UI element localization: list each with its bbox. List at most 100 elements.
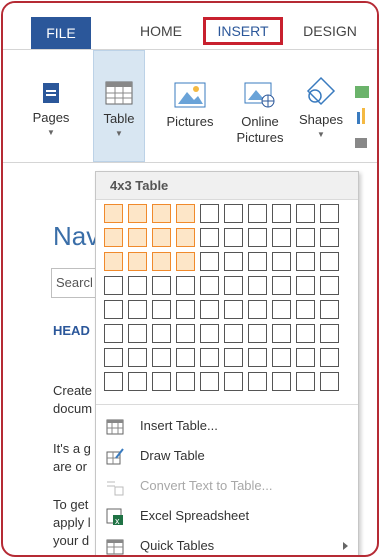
table-grid-cell[interactable]	[224, 252, 243, 271]
table-grid-cell[interactable]	[272, 276, 291, 295]
table-grid-cell[interactable]	[152, 252, 171, 271]
shapes-button[interactable]: Shapes ▼	[293, 50, 349, 162]
table-grid-cell[interactable]	[104, 204, 123, 223]
table-grid-cell[interactable]	[176, 252, 195, 271]
table-grid-cell[interactable]	[128, 228, 147, 247]
table-grid-cell[interactable]	[224, 228, 243, 247]
tab-file[interactable]: FILE	[31, 17, 91, 49]
table-grid-cell[interactable]	[200, 372, 219, 391]
table-grid-cell[interactable]	[152, 324, 171, 343]
table-grid-cell[interactable]	[296, 204, 315, 223]
table-grid-cell[interactable]	[152, 348, 171, 367]
table-grid-cell[interactable]	[320, 300, 339, 319]
table-grid-cell[interactable]	[152, 372, 171, 391]
table-grid-cell[interactable]	[296, 300, 315, 319]
headings-tab[interactable]: HEAD	[53, 323, 90, 338]
table-grid-cell[interactable]	[248, 348, 267, 367]
table-grid-cell[interactable]	[104, 348, 123, 367]
pictures-button[interactable]: Pictures	[155, 50, 225, 162]
table-grid-cell[interactable]	[320, 348, 339, 367]
table-grid-cell[interactable]	[200, 252, 219, 271]
table-grid-cell[interactable]	[272, 204, 291, 223]
table-grid-cell[interactable]	[200, 204, 219, 223]
tab-design[interactable]: DESIGN	[295, 17, 365, 45]
tab-home[interactable]: HOME	[131, 17, 191, 45]
table-grid-cell[interactable]	[272, 372, 291, 391]
table-grid-cell[interactable]	[248, 324, 267, 343]
table-grid-cell[interactable]	[200, 324, 219, 343]
table-grid-cell[interactable]	[200, 348, 219, 367]
insert-table-label: Insert Table...	[140, 418, 218, 433]
table-grid-cell[interactable]	[104, 372, 123, 391]
table-button[interactable]: Table ▼	[93, 50, 145, 162]
table-grid-cell[interactable]	[152, 228, 171, 247]
table-grid-cell[interactable]	[176, 276, 195, 295]
pane-text-line: To get	[53, 497, 89, 512]
table-grid-cell[interactable]	[128, 300, 147, 319]
table-grid-cell[interactable]	[128, 348, 147, 367]
table-grid-cell[interactable]	[104, 228, 123, 247]
table-grid-cell[interactable]	[224, 324, 243, 343]
table-grid-cell[interactable]	[248, 372, 267, 391]
table-grid-cell[interactable]	[248, 276, 267, 295]
table-grid-cell[interactable]	[200, 228, 219, 247]
table-grid-cell[interactable]	[152, 204, 171, 223]
table-grid-cell[interactable]	[224, 372, 243, 391]
table-grid-cell[interactable]	[320, 252, 339, 271]
table-grid-cell[interactable]	[320, 228, 339, 247]
table-grid-cell[interactable]	[104, 276, 123, 295]
table-grid-cell[interactable]	[200, 276, 219, 295]
table-grid-cell[interactable]	[224, 300, 243, 319]
tab-insert[interactable]: INSERT	[203, 17, 283, 45]
insert-table-menu-item[interactable]: Insert Table...	[96, 412, 358, 442]
table-grid-cell[interactable]	[176, 228, 195, 247]
table-grid-cell[interactable]	[128, 252, 147, 271]
table-grid-cell[interactable]	[296, 372, 315, 391]
table-grid-cell[interactable]	[272, 348, 291, 367]
table-grid-cell[interactable]	[104, 252, 123, 271]
table-grid-cell[interactable]	[296, 252, 315, 271]
table-grid-cell[interactable]	[176, 372, 195, 391]
table-grid-cell[interactable]	[152, 300, 171, 319]
table-grid-cell[interactable]	[176, 348, 195, 367]
shapes-label: Shapes	[298, 112, 344, 127]
table-grid-cell[interactable]	[296, 324, 315, 343]
table-grid-cell[interactable]	[104, 300, 123, 319]
table-grid-cell[interactable]	[248, 228, 267, 247]
online-pictures-button[interactable]: Online Pictures	[225, 50, 295, 162]
table-grid-cell[interactable]	[296, 348, 315, 367]
table-grid-cell[interactable]	[104, 324, 123, 343]
table-grid-cell[interactable]	[152, 276, 171, 295]
table-grid-cell[interactable]	[176, 300, 195, 319]
excel-spreadsheet-menu-item[interactable]: x Excel Spreadsheet	[96, 502, 358, 532]
table-grid-cell[interactable]	[128, 372, 147, 391]
table-grid-cell[interactable]	[272, 300, 291, 319]
draw-table-menu-item[interactable]: Draw Table	[96, 442, 358, 472]
table-grid-cell[interactable]	[320, 324, 339, 343]
table-grid-cell[interactable]	[224, 276, 243, 295]
table-grid-cell[interactable]	[320, 276, 339, 295]
table-grid-cell[interactable]	[272, 324, 291, 343]
table-grid-cell[interactable]	[224, 348, 243, 367]
table-grid-cell[interactable]	[248, 252, 267, 271]
table-grid-cell[interactable]	[320, 372, 339, 391]
table-grid-cell[interactable]	[128, 324, 147, 343]
convert-text-to-table-menu-item[interactable]: Convert Text to Table...	[96, 472, 358, 502]
table-grid-cell[interactable]	[176, 324, 195, 343]
table-grid-cell[interactable]	[272, 252, 291, 271]
online-pictures-label: Online Pictures	[236, 114, 284, 145]
table-grid-cell[interactable]	[248, 204, 267, 223]
table-grid-cell[interactable]	[320, 204, 339, 223]
table-grid-cell[interactable]	[176, 204, 195, 223]
table-grid-cell[interactable]	[224, 204, 243, 223]
table-grid-cell[interactable]	[272, 228, 291, 247]
pages-button[interactable]: Pages ▼	[23, 50, 79, 162]
table-grid-cell[interactable]	[128, 204, 147, 223]
table-grid-cell[interactable]	[128, 276, 147, 295]
ribbon-insert-panel: Pages ▼ Table ▼ Pictures Online Pictures…	[3, 50, 377, 163]
quick-tables-menu-item[interactable]: Quick Tables	[96, 532, 358, 555]
table-grid-cell[interactable]	[200, 300, 219, 319]
table-grid-cell[interactable]	[248, 300, 267, 319]
table-grid-cell[interactable]	[296, 276, 315, 295]
table-grid-cell[interactable]	[296, 228, 315, 247]
